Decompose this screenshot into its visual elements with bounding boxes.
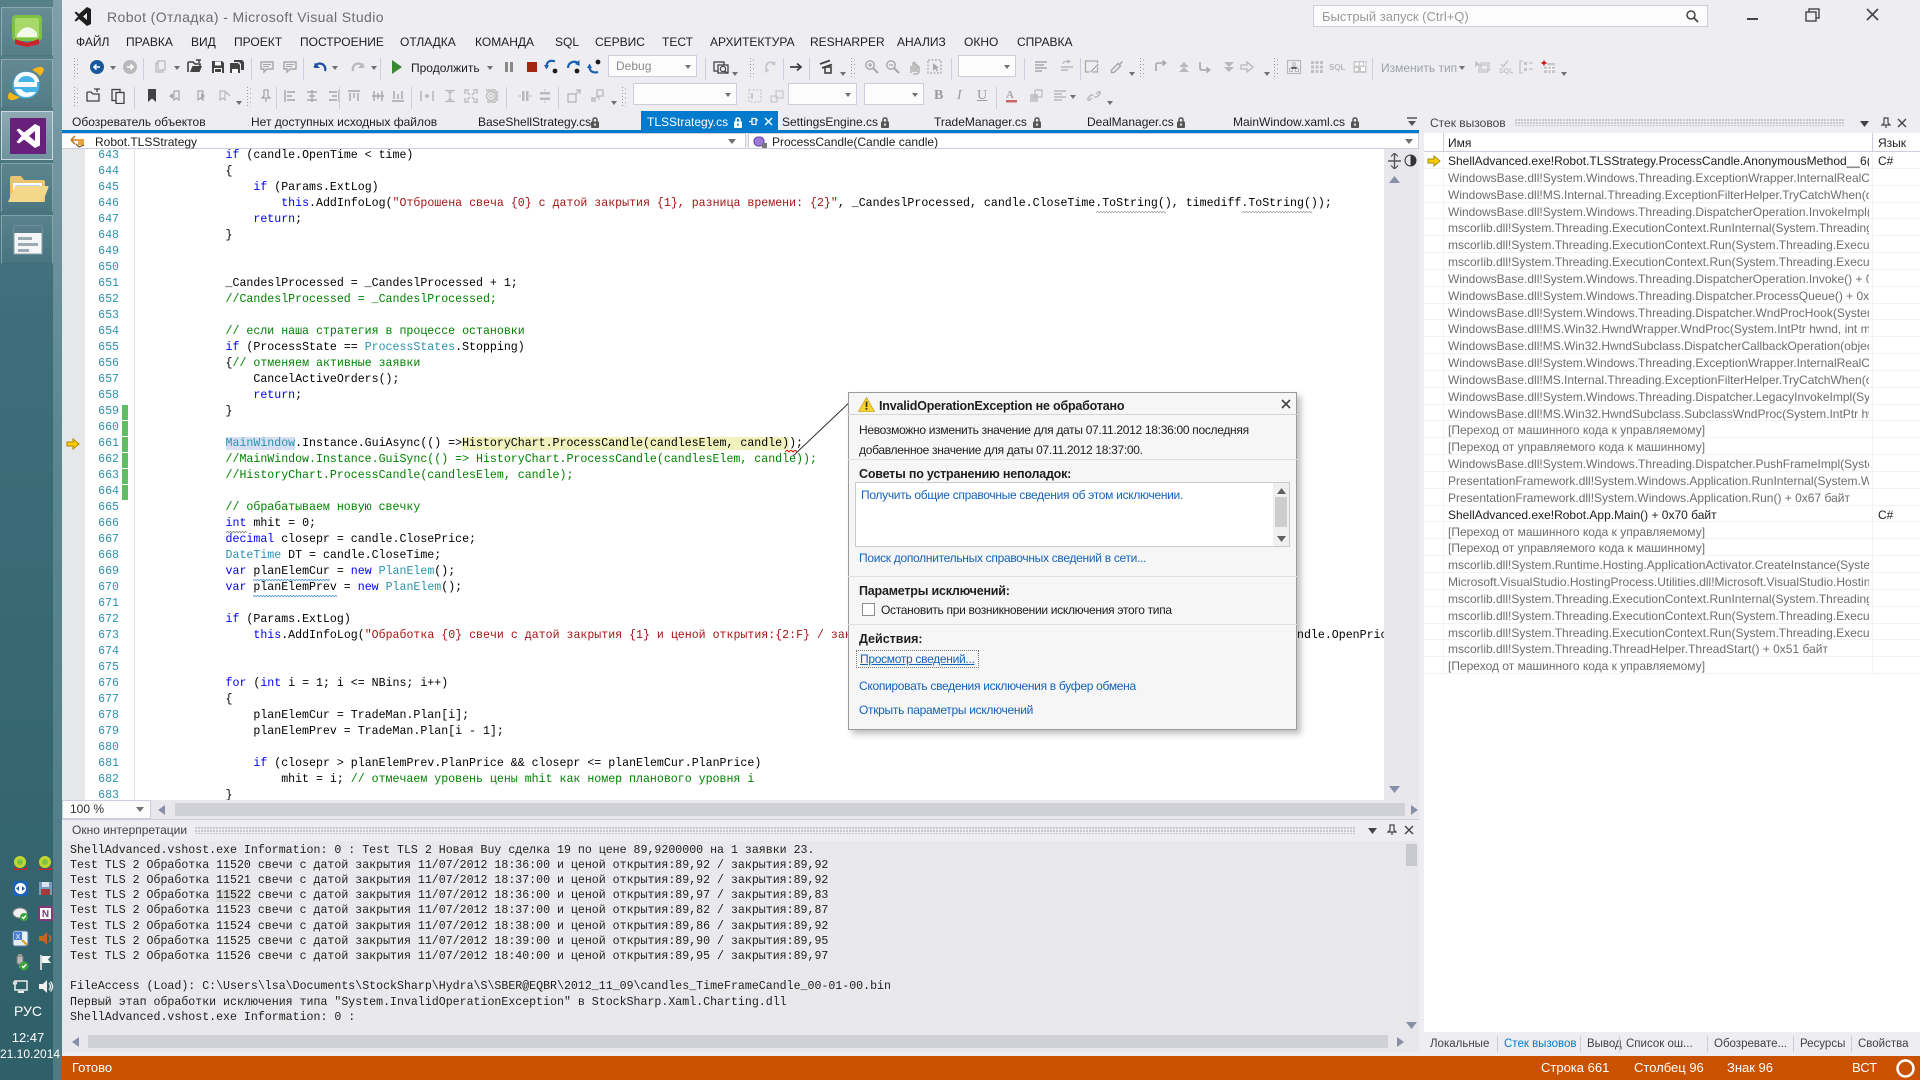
svg-text:SQL: SQL (1329, 63, 1346, 72)
svg-text:A: A (1006, 89, 1014, 101)
svg-text:X: X (16, 934, 21, 941)
svg-text:SQL: SQL (1499, 68, 1513, 75)
svg-text:N: N (42, 909, 49, 920)
